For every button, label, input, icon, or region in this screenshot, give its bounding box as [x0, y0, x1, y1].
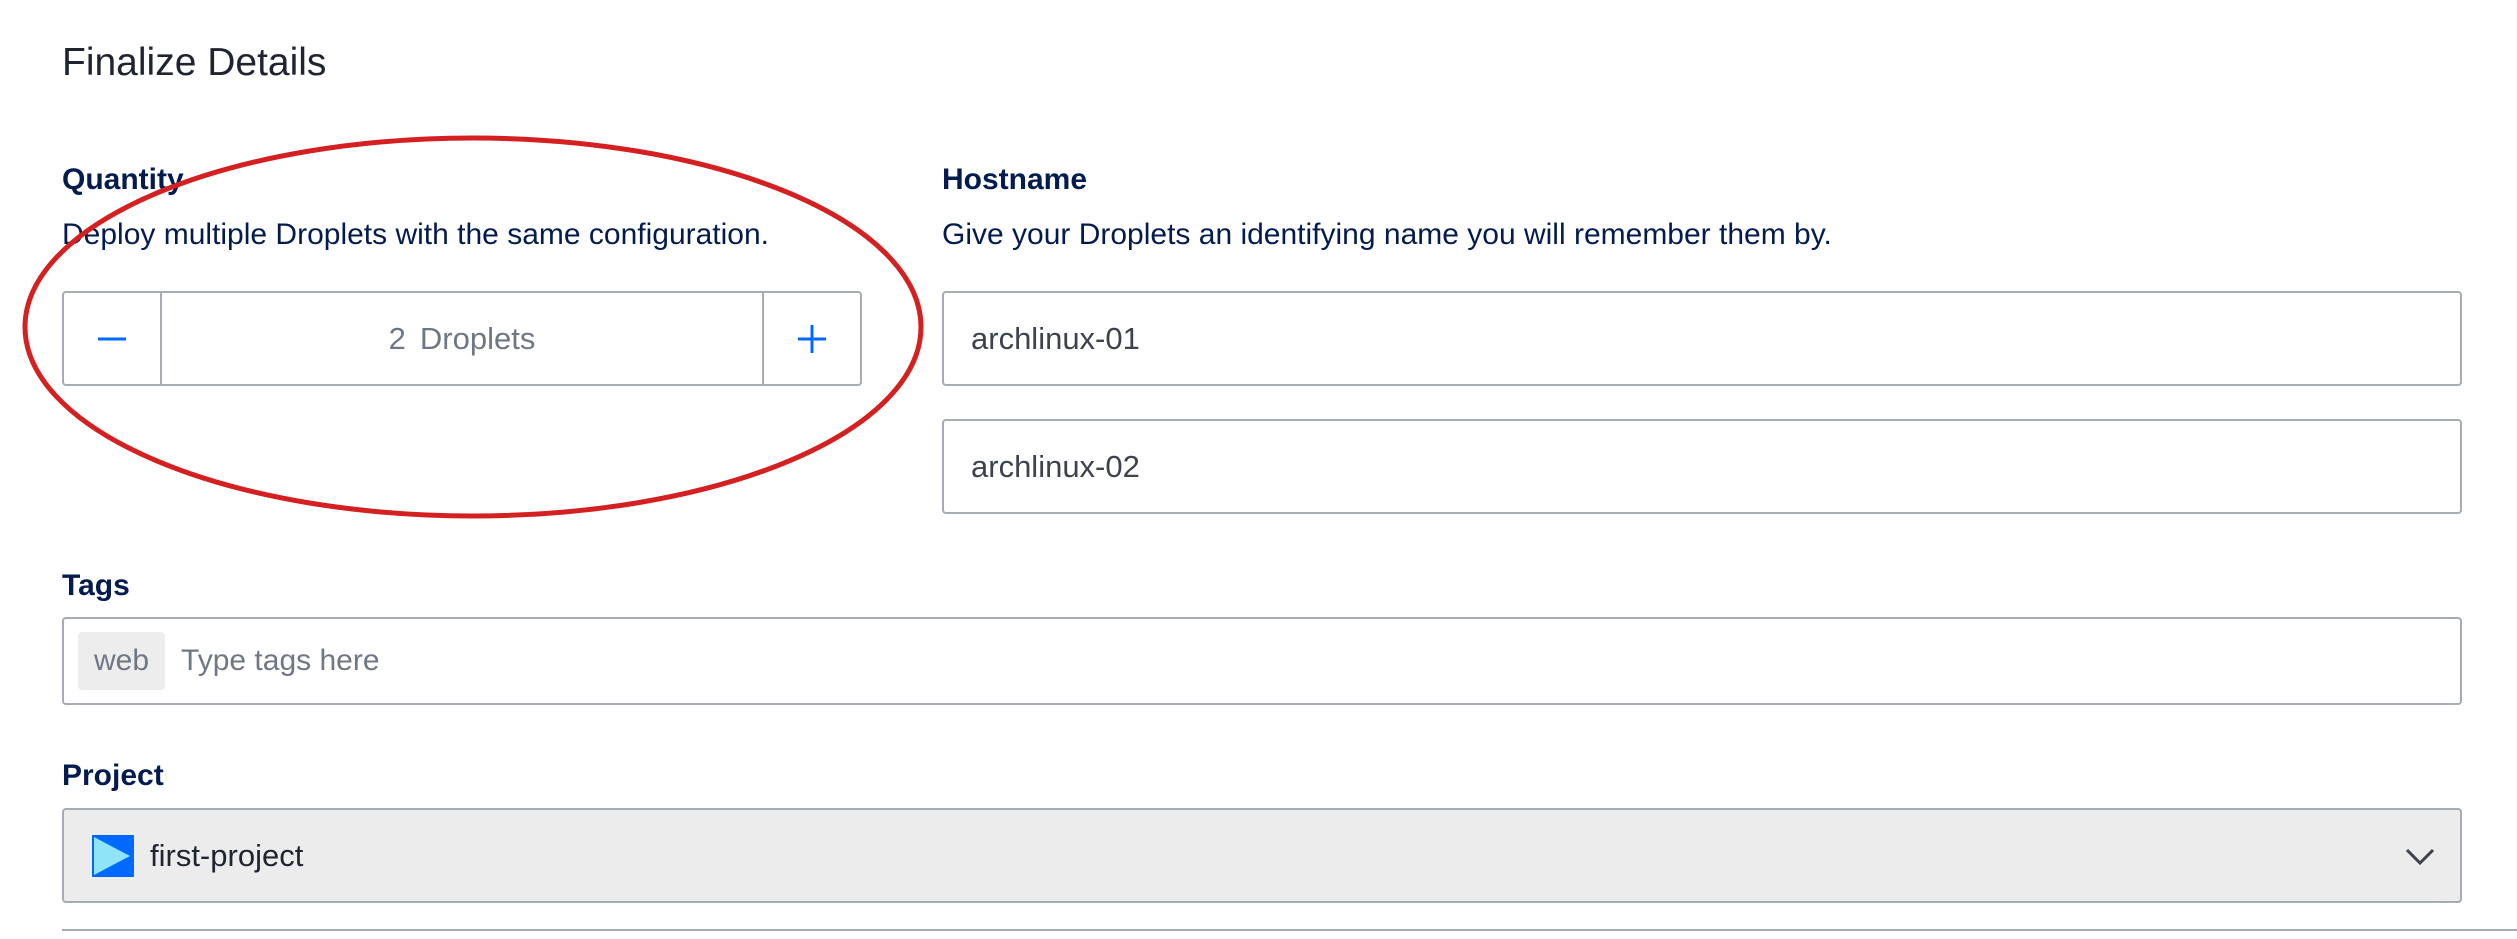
hostname-label: Hostname — [942, 163, 1088, 196]
quantity-count: 2 — [388, 320, 406, 356]
quantity-value[interactable]: 2 Droplets — [162, 293, 762, 384]
project-label: Project — [62, 759, 164, 792]
finalize-details-panel: Finalize Details Quantity Deploy multipl… — [0, 0, 2517, 939]
tags-field[interactable]: web — [62, 617, 2462, 705]
tags-label: Tags — [62, 569, 130, 602]
hostname-input-1[interactable] — [942, 291, 2462, 386]
quantity-stepper: 2 Droplets — [62, 291, 862, 386]
tags-input[interactable] — [179, 630, 2460, 692]
chevron-down-icon — [2405, 848, 2435, 865]
plus-icon — [798, 324, 826, 353]
decrement-button[interactable] — [64, 293, 162, 384]
minus-icon — [98, 337, 126, 340]
project-selected-value: first-project — [150, 837, 304, 873]
project-select[interactable]: first-project — [62, 808, 2462, 903]
hostname-input-2[interactable] — [942, 419, 2462, 514]
section-title: Finalize Details — [62, 41, 327, 84]
project-icon — [92, 834, 134, 877]
quantity-description: Deploy multiple Droplets with the same c… — [62, 218, 770, 251]
divider — [62, 929, 2517, 931]
hostname-description: Give your Droplets an identifying name y… — [942, 218, 1832, 251]
tag-chip[interactable]: web — [78, 632, 166, 690]
quantity-label: Quantity — [62, 163, 184, 196]
increment-button[interactable] — [762, 293, 860, 384]
quantity-unit: Droplets — [419, 320, 536, 356]
